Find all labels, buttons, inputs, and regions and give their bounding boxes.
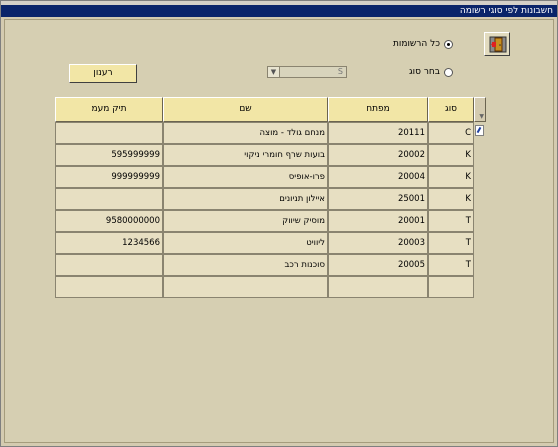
cell-vat-file[interactable]	[55, 122, 163, 144]
type-select-value: S	[337, 67, 343, 76]
column-header-name[interactable]: שם	[163, 97, 328, 122]
row-selector[interactable]	[474, 254, 486, 276]
edit-pencil-icon	[475, 125, 484, 136]
window-title: חשבונות לפי סוגי רשומה	[1, 5, 557, 17]
column-header-vat-file[interactable]: תיק מעמ	[55, 97, 163, 122]
sort-icon: ▼	[479, 113, 484, 120]
column-header-type[interactable]: סוג	[428, 97, 474, 122]
row-selector[interactable]	[474, 188, 486, 210]
radio-by-type-dot[interactable]	[444, 67, 453, 77]
cell-name[interactable]: פרו-אופיס	[163, 166, 328, 188]
row-selector[interactable]	[474, 144, 486, 166]
cell-type[interactable]: K	[428, 166, 474, 188]
radio-by-type[interactable]: בחר סוג	[408, 66, 453, 78]
radio-by-type-label: בחר סוג	[408, 67, 440, 77]
cell-key[interactable]: 20003	[328, 232, 428, 254]
exit-door-icon	[489, 36, 507, 53]
radio-all-records[interactable]: כל הרשומות	[391, 38, 453, 50]
cell-type[interactable]: T	[428, 232, 474, 254]
cell-name[interactable]	[163, 276, 328, 298]
radio-all-dot[interactable]	[444, 39, 453, 49]
cell-key[interactable]	[328, 276, 428, 298]
cell-type[interactable]	[428, 276, 474, 298]
cell-type[interactable]: T	[428, 210, 474, 232]
cell-key[interactable]: 20005	[328, 254, 428, 276]
cell-type[interactable]: T	[428, 254, 474, 276]
cell-vat-file[interactable]: 595999999	[55, 144, 163, 166]
cell-key[interactable]: 20111	[328, 122, 428, 144]
row-selector[interactable]	[474, 232, 486, 254]
cell-key[interactable]: 20004	[328, 166, 428, 188]
cell-key[interactable]: 25001	[328, 188, 428, 210]
cell-vat-file[interactable]: 9580000000	[55, 210, 163, 232]
refresh-button[interactable]: רענון	[69, 64, 137, 83]
cell-name[interactable]: סוכנות רכב	[163, 254, 328, 276]
chevron-down-icon[interactable]: ▼	[268, 67, 280, 77]
column-header-key[interactable]: מפתח	[328, 97, 428, 122]
cell-type[interactable]: K	[428, 144, 474, 166]
row-selector[interactable]	[474, 166, 486, 188]
row-selector[interactable]	[474, 122, 486, 144]
accounts-table: תיק מעמ שם מפתח סוג ▼ מנחם גולד - מוצה 20…	[55, 97, 486, 305]
cell-vat-file[interactable]	[55, 188, 163, 210]
row-selector[interactable]	[474, 210, 486, 232]
cell-name[interactable]: איילון תניונים	[163, 188, 328, 210]
radio-all-label: כל הרשומות	[392, 39, 440, 49]
cell-name[interactable]: מוסיק שיווק	[163, 210, 328, 232]
cell-name[interactable]: מנחם גולד - מוצה	[163, 122, 328, 144]
cell-type[interactable]: C	[428, 122, 474, 144]
cell-vat-file[interactable]	[55, 276, 163, 298]
cell-key[interactable]: 20002	[328, 144, 428, 166]
row-selector[interactable]	[474, 276, 486, 298]
exit-button[interactable]	[484, 32, 510, 56]
form-body: כל הרשומות בחר סוג ▼ S רענון תיק מעמ שם …	[4, 19, 554, 443]
cell-vat-file[interactable]	[55, 254, 163, 276]
cell-vat-file[interactable]: 1234566	[55, 232, 163, 254]
cell-vat-file[interactable]: 999999999	[55, 166, 163, 188]
row-selector-header[interactable]: ▼	[474, 97, 486, 122]
cell-key[interactable]: 20001	[328, 210, 428, 232]
main-window: חשבונות לפי סוגי רשומה כל הרשומות בחר סו…	[0, 0, 558, 447]
cell-name[interactable]: ליוויט	[163, 232, 328, 254]
type-select[interactable]: ▼ S	[267, 66, 347, 78]
cell-type[interactable]: K	[428, 188, 474, 210]
cell-name[interactable]: בועות שרף חומרי ניקוי	[163, 144, 328, 166]
